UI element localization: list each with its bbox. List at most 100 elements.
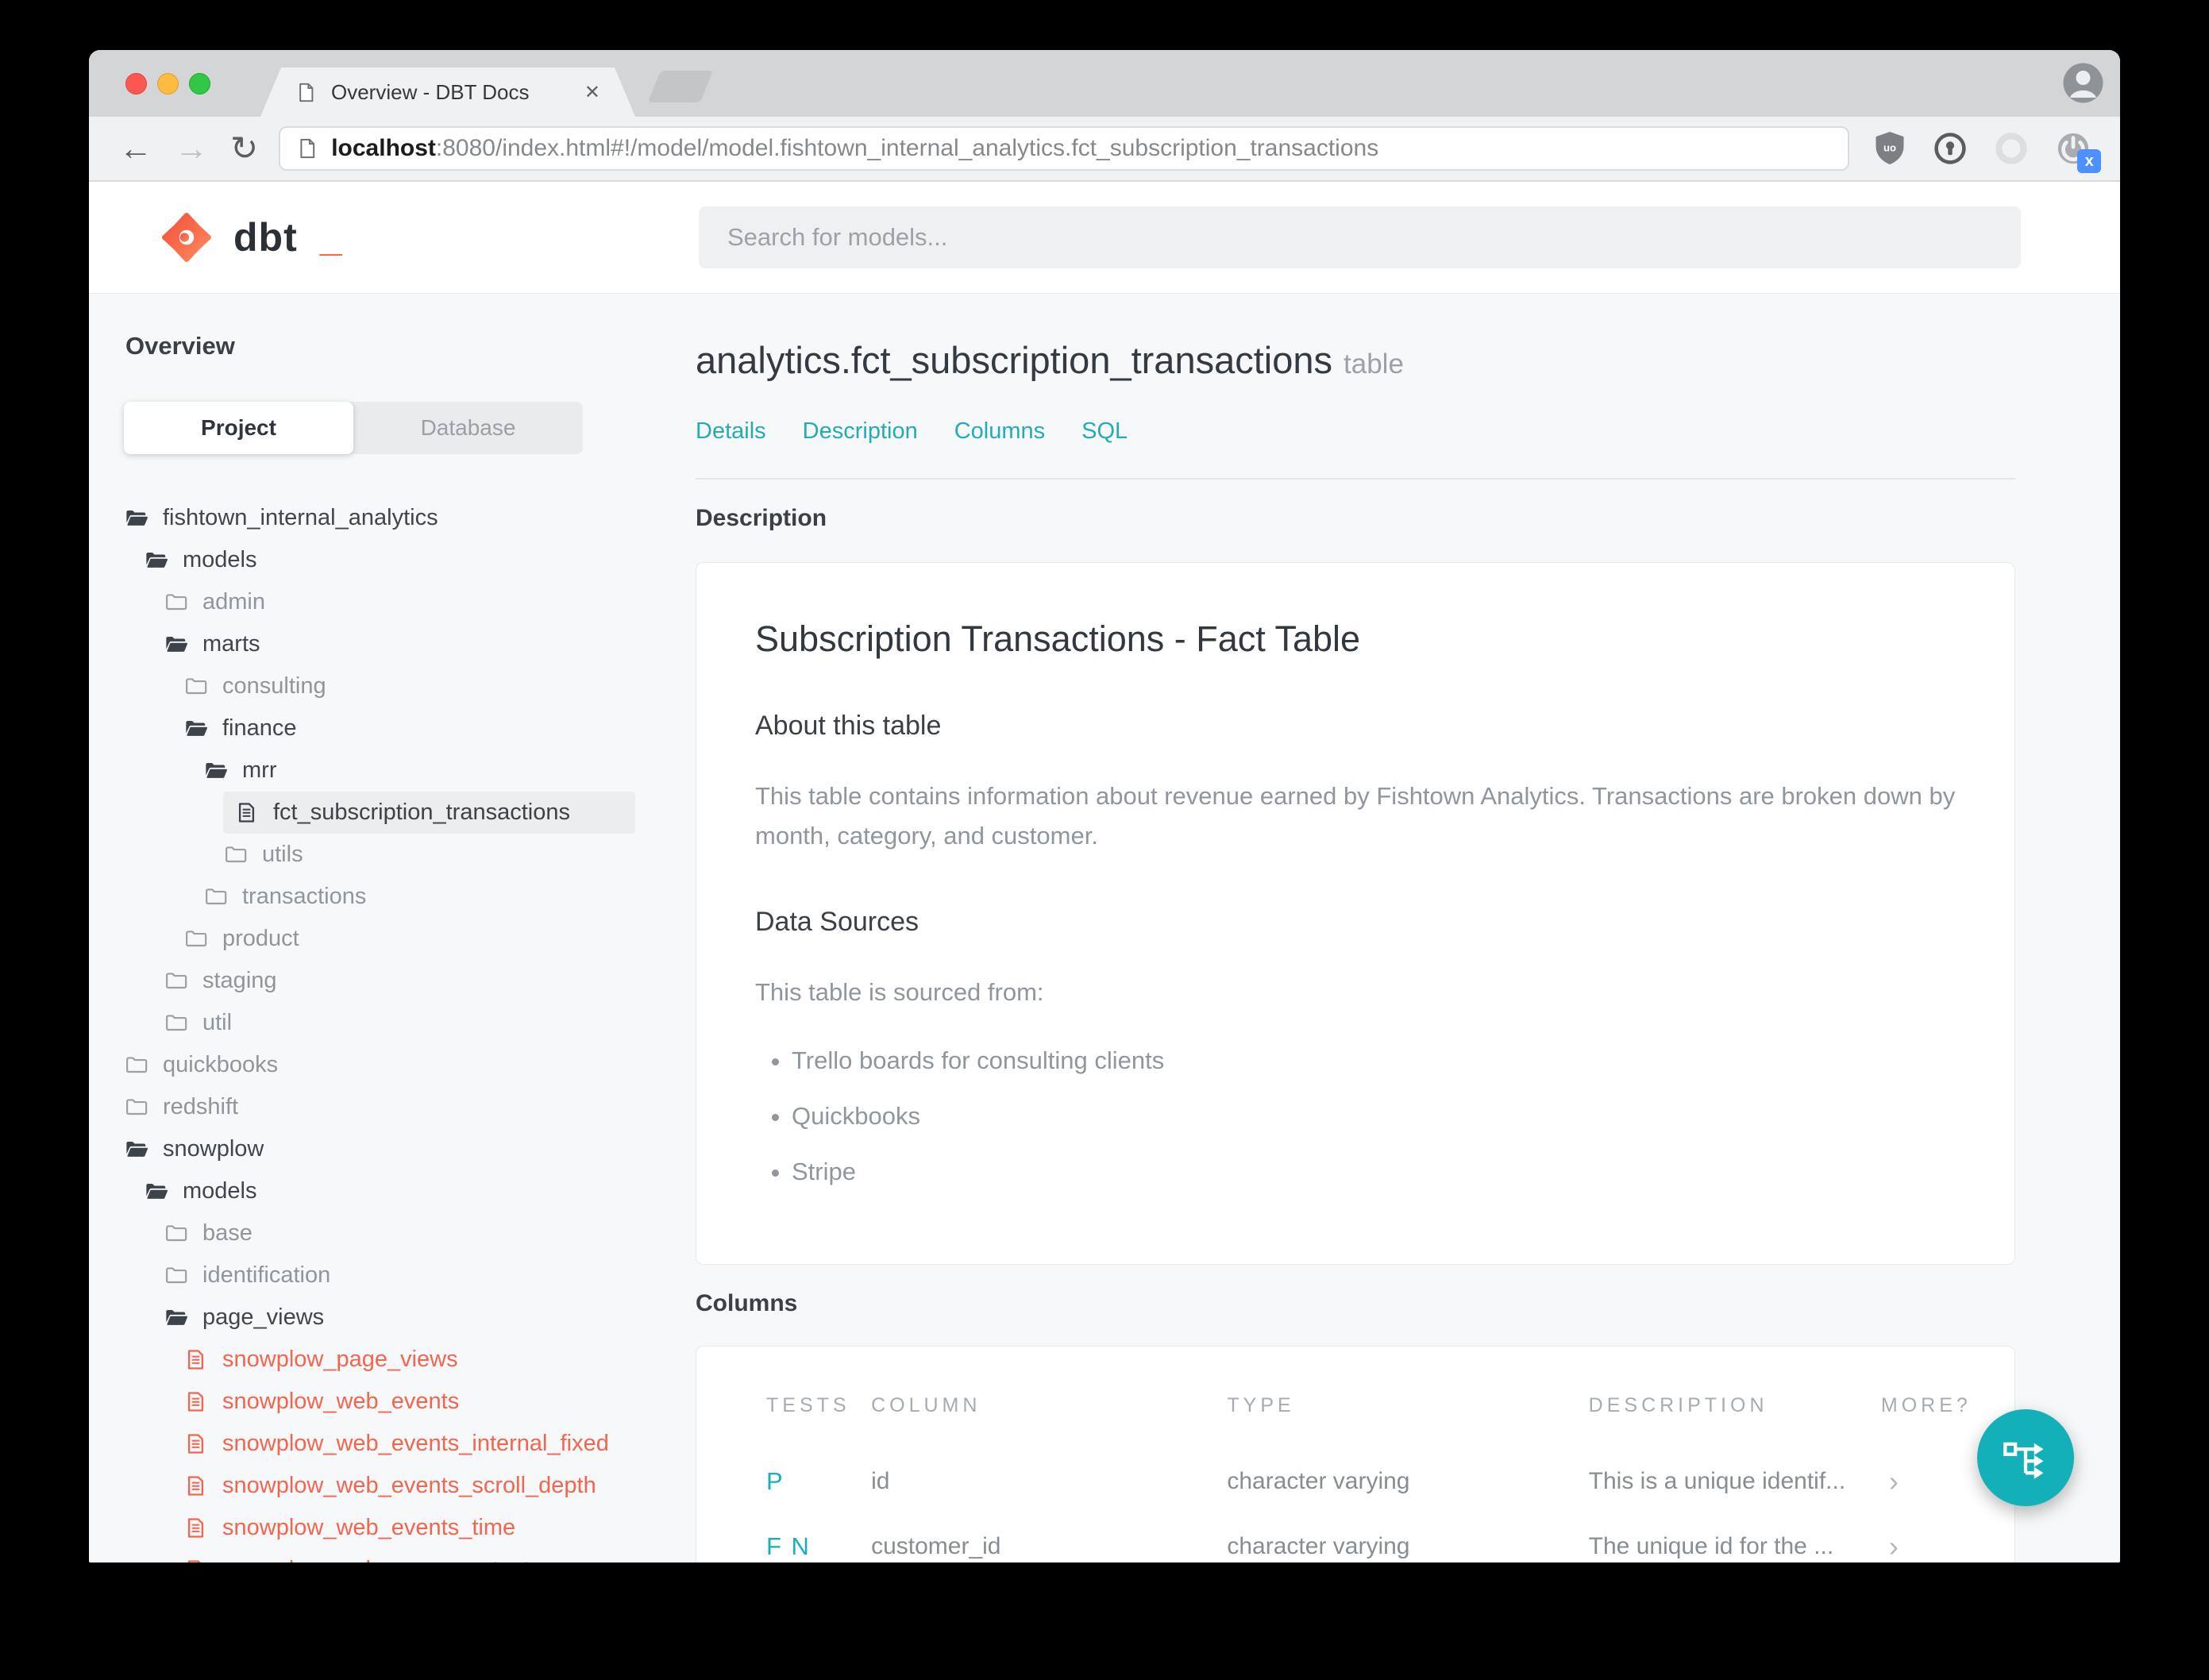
folder-closed-icon — [124, 1053, 148, 1077]
tree-item-label: identification — [202, 1262, 331, 1288]
onepassword-icon[interactable] — [1933, 131, 1968, 166]
tree-item-snowplow_web_events[interactable]: snowplow_web_events — [183, 1381, 635, 1423]
tree-item-transactions[interactable]: transactions — [203, 876, 635, 918]
minimize-window-button[interactable] — [157, 73, 179, 94]
person-icon — [2063, 63, 2103, 103]
sidebar-tab-database[interactable]: Database — [353, 402, 583, 454]
tree-item-consulting[interactable]: consulting — [183, 665, 635, 707]
tree-item-label: redshift — [163, 1094, 239, 1119]
tab-close-icon[interactable]: ✕ — [584, 81, 600, 104]
tree-item-snowplow_web_events_time[interactable]: snowplow_web_events_time — [183, 1507, 635, 1549]
tree-item-label: fishtown_internal_analytics — [163, 505, 438, 530]
new-tab-button[interactable] — [647, 71, 714, 102]
tree-item-base[interactable]: base — [164, 1212, 635, 1254]
tree-item-label: staging — [202, 968, 277, 993]
tree-item-label: models — [183, 547, 257, 572]
browser-tab-strip: Overview - DBT Docs ✕ — [89, 50, 2120, 117]
materialization-badge: table — [1344, 349, 1404, 380]
tree-item-snowplow_web_page_context[interactable]: snowplow_web_page_context — [183, 1549, 635, 1562]
table-row-customer_id[interactable]: F N customer_id character varying The uniqu… — [766, 1514, 1945, 1562]
tree-item-staging[interactable]: staging — [164, 960, 635, 1002]
tree-item-snowplow_web_events_internal_fixed[interactable]: snowplow_web_events_internal_fixed — [183, 1423, 635, 1465]
tree-item-identification[interactable]: identification — [164, 1254, 635, 1297]
folder-open-icon — [164, 1305, 188, 1330]
browser-toolbar: ← → ↻ localhost:8080/index.html#!/model/… — [89, 117, 2120, 182]
tree-item-redshift[interactable]: redshift — [124, 1086, 635, 1128]
sidebar-view-switch: Project Database — [124, 402, 583, 454]
tree-item-label: snowplow_web_events_scroll_depth — [222, 1473, 596, 1498]
nav-link-details[interactable]: Details — [696, 418, 766, 445]
tree-item-finance[interactable]: finance — [183, 707, 635, 749]
file-icon — [183, 1431, 208, 1456]
extension-disabled-icon[interactable] — [1994, 131, 2029, 166]
url-host: localhost — [331, 135, 436, 161]
dbt-docs-site: dbt _ Overview ProjectDatabase fishtown_i… — [89, 182, 2120, 1562]
tree-item-label: base — [202, 1220, 253, 1246]
nav-link-sql[interactable]: SQL — [1081, 418, 1128, 445]
tree-item-admin[interactable]: admin — [164, 581, 635, 623]
folder-open-icon — [183, 716, 208, 741]
url-text: localhost:8080/index.html#!/model/model.… — [331, 135, 1378, 162]
file-icon — [183, 1389, 208, 1414]
nav-link-description[interactable]: Description — [803, 418, 918, 445]
tests-cell: F N — [766, 1532, 811, 1560]
sources-heading: Data Sources — [755, 907, 919, 938]
tests-cell: P — [766, 1466, 785, 1495]
source-item: Stripe — [792, 1153, 1956, 1191]
address-bar[interactable]: localhost:8080/index.html#!/model/model.… — [279, 126, 1850, 171]
table-row-id[interactable]: Pid character varying This is a unique ide… — [766, 1449, 1945, 1514]
nav-link-columns[interactable]: Columns — [954, 418, 1045, 445]
tree-item-quickbooks[interactable]: quickbooks — [124, 1044, 635, 1086]
model-name: analytics.fct_subscription_transactions — [696, 339, 1333, 381]
file-icon — [183, 1474, 208, 1498]
folder-closed-icon — [164, 590, 188, 615]
source-item: Trello boards for consulting clients — [792, 1042, 1956, 1080]
tree-item-models[interactable]: models — [144, 1170, 635, 1212]
sidebar-overview-link[interactable]: Overview — [118, 332, 691, 360]
tree-item-utils[interactable]: utils — [223, 834, 635, 876]
view-lineage-graph-button[interactable] — [1977, 1409, 2074, 1506]
tree-item-label: page_views — [202, 1304, 325, 1330]
tree-item-marts[interactable]: marts — [164, 623, 635, 665]
tree-item-models[interactable]: models — [144, 539, 635, 581]
tree-item-util[interactable]: util — [164, 1002, 635, 1044]
dbt-logo[interactable]: dbt _ — [160, 211, 342, 264]
tree-item-product[interactable]: product — [183, 918, 635, 960]
tree-item-fishtown_internal_analytics[interactable]: fishtown_internal_analytics — [124, 497, 635, 539]
tree-item-label: snowplow_web_events_internal_fixed — [222, 1431, 609, 1456]
tree-item-label: consulting — [222, 673, 326, 699]
browser-profile-avatar[interactable] — [2062, 62, 2104, 104]
tree-item-snowplow_web_events_scroll_depth[interactable]: snowplow_web_events_scroll_depth — [183, 1465, 635, 1507]
browser-tab[interactable]: Overview - DBT Docs ✕ — [260, 67, 635, 117]
reload-icon[interactable]: ↻ — [219, 132, 269, 165]
model-search-input[interactable] — [699, 206, 2021, 268]
tree-item-mrr[interactable]: mrr — [203, 749, 635, 792]
columns-table: TESTS COLUMN TYPE DESCRIPTION MORE? Pid chara… — [766, 1394, 1968, 1562]
description-section-label: Description — [696, 505, 827, 531]
tree-item-fct_subscription_transactions[interactable]: fct_subscription_transactions — [223, 792, 635, 834]
ublock-shield-icon[interactable]: uo — [1873, 130, 1906, 167]
zoom-window-button[interactable] — [189, 73, 210, 94]
tree-item-label: mrr — [242, 757, 277, 783]
proxy-power-icon[interactable]: x — [2055, 130, 2102, 173]
tree-item-label: marts — [202, 631, 260, 657]
sidebar-tab-project[interactable]: Project — [124, 402, 353, 454]
back-icon[interactable]: ← — [108, 132, 164, 165]
tree-item-snowplow_page_views[interactable]: snowplow_page_views — [183, 1339, 635, 1381]
proxy-x-badge: x — [2077, 149, 2102, 173]
section-nav: Details Description Columns SQL — [696, 418, 2015, 445]
close-window-button[interactable] — [125, 73, 147, 94]
about-heading: About this table — [755, 711, 942, 741]
columns-card: TESTS COLUMN TYPE DESCRIPTION MORE? Pid chara… — [696, 1345, 2015, 1562]
expand-row-chevron-icon[interactable]: › — [1881, 1514, 1945, 1562]
folder-closed-icon — [183, 927, 208, 951]
expand-row-chevron-icon[interactable]: › — [1881, 1449, 1945, 1514]
main-panel: analytics.fct_subscription_transactions t… — [691, 294, 2120, 1562]
folder-closed-icon — [183, 674, 208, 699]
tree-item-page_views[interactable]: page_views — [164, 1297, 635, 1339]
description-cell: The unique id for the ... — [1588, 1532, 1834, 1559]
tree-item-label: product — [222, 926, 299, 951]
tree-item-snowplow[interactable]: snowplow — [124, 1128, 635, 1170]
tree-item-label: transactions — [242, 884, 367, 909]
snowflake-icon[interactable]: ❄ — [2118, 132, 2120, 165]
